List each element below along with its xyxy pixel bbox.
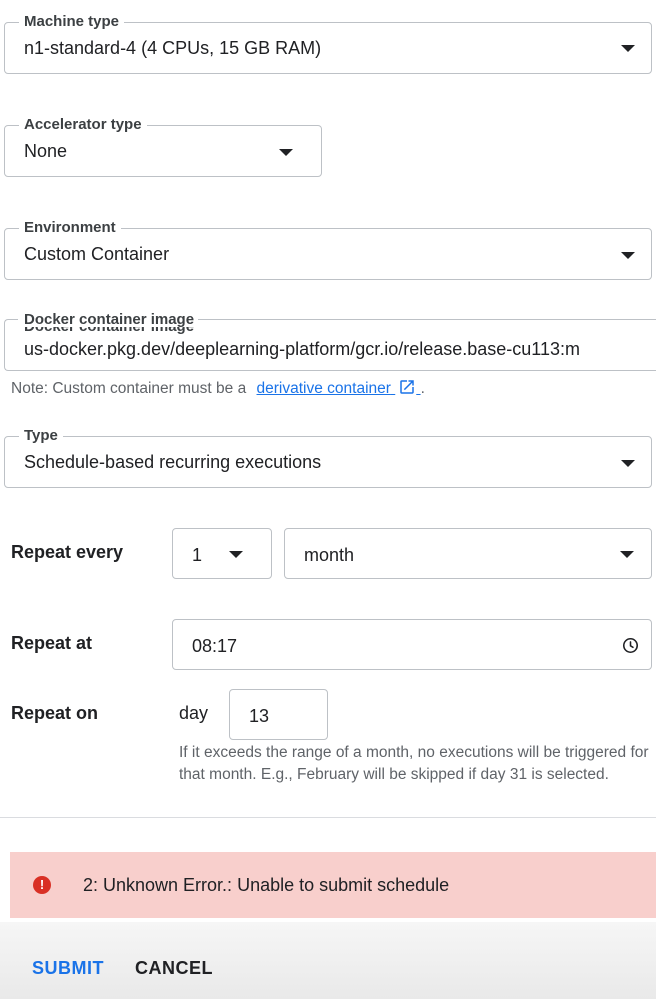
open-in-new-icon: [400, 380, 414, 394]
divider: [0, 817, 656, 818]
repeat-every-unit-select[interactable]: month: [284, 528, 652, 579]
accelerator-type-label: Accelerator type: [19, 116, 147, 134]
machine-type-value: n1-standard-4 (4 CPUs, 15 GB RAM): [24, 38, 322, 58]
repeat-every-count-select[interactable]: 1: [172, 528, 272, 579]
cancel-button[interactable]: CANCEL: [135, 958, 213, 979]
repeat-at-time-value: 08:17: [192, 636, 238, 656]
dropdown-arrow-icon: [621, 460, 635, 467]
derivative-container-link[interactable]: derivative container: [257, 380, 421, 397]
repeat-on-day-label: day: [179, 703, 209, 723]
repeat-every-unit-value: month: [304, 545, 355, 565]
repeat-at-time-input[interactable]: 08:17: [172, 619, 652, 670]
repeat-every-label: Repeat every: [11, 542, 124, 562]
accelerator-type-select[interactable]: Accelerator type None: [4, 116, 322, 177]
type-select[interactable]: Type Schedule-based recurring executions: [4, 427, 652, 488]
action-bar: SUBMIT CANCEL: [0, 922, 656, 999]
machine-type-label: Machine type: [19, 13, 125, 31]
repeat-on-label: Repeat on: [11, 703, 99, 723]
dropdown-arrow-icon: [229, 551, 243, 558]
accelerator-type-value: None: [24, 141, 68, 161]
submit-button[interactable]: SUBMIT: [32, 958, 104, 979]
note-prefix: Note: Custom container must be a: [11, 380, 247, 397]
environment-select[interactable]: Environment Custom Container: [4, 219, 652, 280]
clock-icon[interactable]: [622, 637, 639, 654]
repeat-on-day-value: 13: [249, 706, 270, 726]
dropdown-arrow-icon: [621, 252, 635, 259]
type-label: Type: [19, 427, 63, 445]
derivative-container-link-text: derivative container: [256, 380, 391, 397]
type-value: Schedule-based recurring executions: [24, 452, 322, 472]
dropdown-arrow-icon: [621, 45, 635, 52]
error-banner: ! 2: Unknown Error.: Unable to submit sc…: [10, 852, 656, 918]
repeat-at-label: Repeat at: [11, 633, 93, 653]
docker-image-value: us-docker.pkg.dev/deeplearning-platform/…: [24, 339, 580, 359]
repeat-every-count-value: 1: [192, 545, 203, 565]
dropdown-arrow-icon: [279, 149, 293, 156]
note-suffix: .: [420, 380, 425, 397]
dropdown-arrow-icon: [620, 551, 634, 558]
custom-container-note: Note: Custom container must be a derivat…: [11, 378, 425, 400]
repeat-on-day-input[interactable]: 13: [229, 689, 328, 740]
error-message: 2: Unknown Error.: Unable to submit sche…: [83, 875, 450, 895]
repeat-on-helper-text: If it exceeds the range of a month, no e…: [179, 744, 649, 783]
environment-label: Environment: [19, 219, 121, 237]
machine-type-select[interactable]: Machine type n1-standard-4 (4 CPUs, 15 G…: [4, 13, 652, 74]
docker-image-label-text: Docker container image: [24, 311, 195, 328]
error-icon: !: [33, 876, 51, 894]
environment-value: Custom Container: [24, 244, 170, 264]
